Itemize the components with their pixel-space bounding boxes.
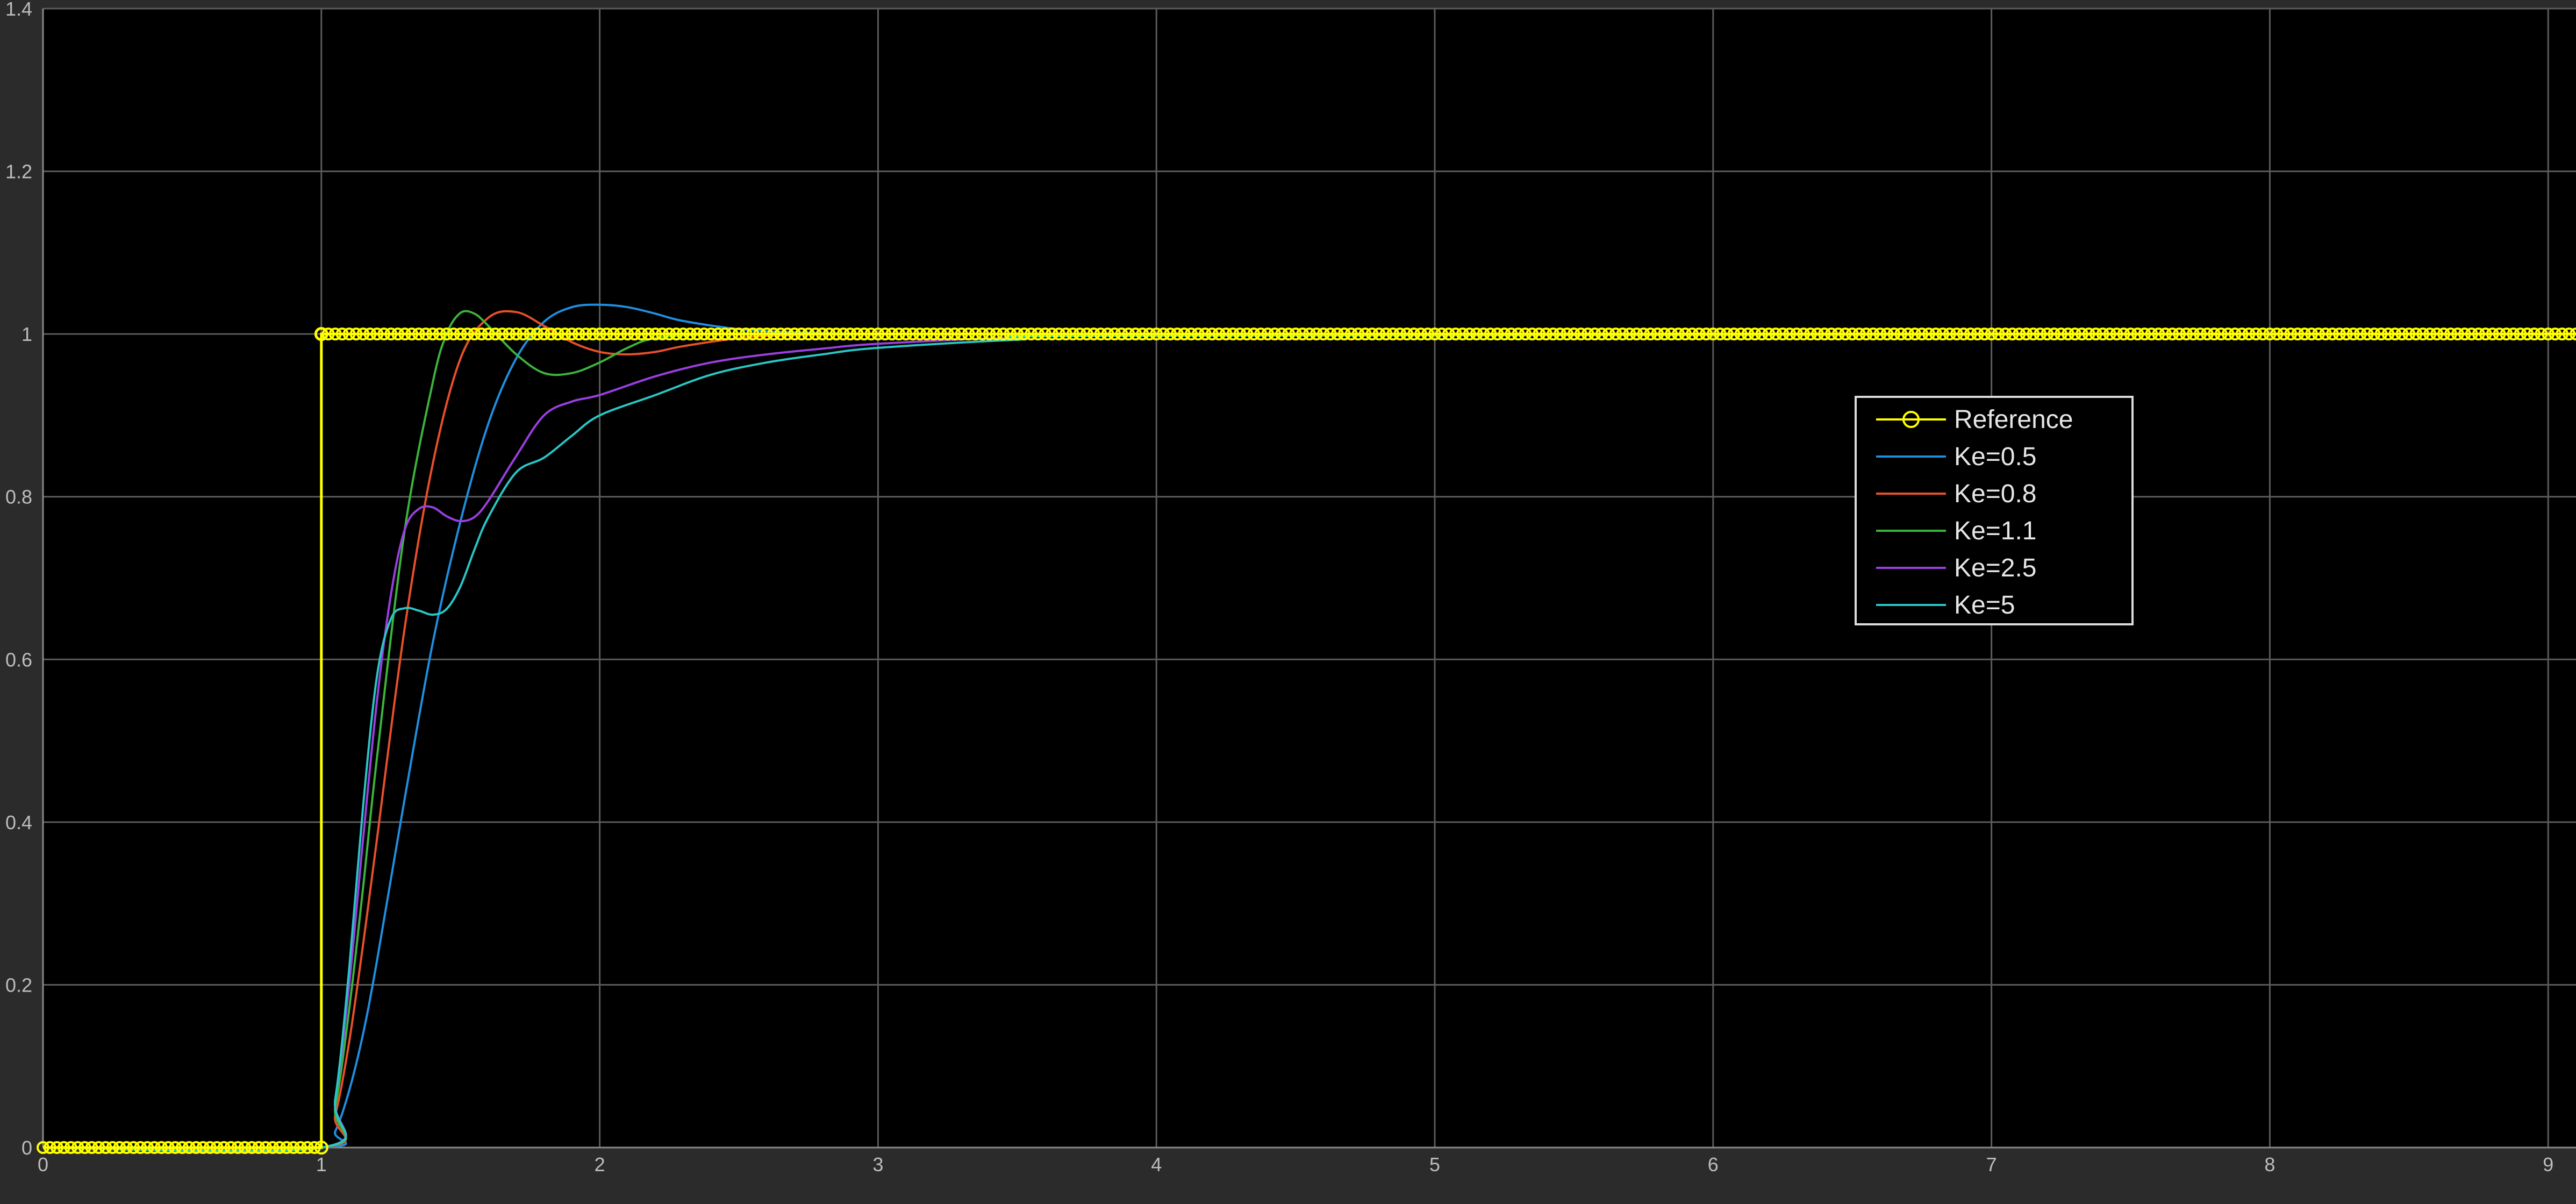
- x-tick-label: 6: [1708, 1153, 1719, 1175]
- y-tick-label: 0.6: [5, 649, 32, 671]
- x-tick-label: 2: [595, 1153, 605, 1175]
- y-tick-label: 0.8: [5, 486, 32, 508]
- x-tick-label: 0: [38, 1153, 48, 1175]
- y-tick-label: 1: [22, 323, 32, 345]
- y-tick-label: 0.4: [5, 811, 32, 833]
- x-tick-label: 9: [2543, 1153, 2553, 1175]
- line-chart: 0 1 2 3 4 5 6 7 8 9 0 0.2 0.4 0.6 0.8 1 1.2 1.4 Reference…: [5, 0, 2576, 1175]
- x-tick-label: 3: [872, 1153, 883, 1175]
- x-tick-label: 8: [2264, 1153, 2275, 1175]
- x-tick-label: 1: [316, 1153, 327, 1175]
- y-tick-label: 1.4: [5, 0, 32, 20]
- y-tick-label: 1.2: [5, 161, 32, 183]
- x-tick-label: 4: [1151, 1153, 1162, 1175]
- x-tick-label: 7: [1986, 1153, 1997, 1175]
- legend-label-ke-2-5: Ke=2.5: [1954, 554, 2036, 582]
- plot-figure: 0 1 2 3 4 5 6 7 8 9 0 0.2 0.4 0.6 0.8 1 1.2 1.4 Reference…: [0, 0, 2576, 1201]
- legend-label-ke-0-5: Ke=0.5: [1954, 443, 2036, 471]
- axes-background: [43, 9, 2576, 1148]
- legend-label-reference: Reference: [1954, 405, 2073, 434]
- y-tick-label: 0.2: [5, 974, 32, 996]
- y-tick-label: 0: [22, 1137, 32, 1159]
- legend-label-ke-5: Ke=5: [1954, 591, 2015, 619]
- legend-label-ke-1-1: Ke=1.1: [1954, 517, 2036, 545]
- legend-label-ke-0-8: Ke=0.8: [1954, 480, 2036, 508]
- x-tick-label: 5: [1429, 1153, 1440, 1175]
- legend: Reference Ke=0.5 Ke=0.8 Ke=1.1 Ke=2.5 Ke=5: [1855, 396, 2134, 625]
